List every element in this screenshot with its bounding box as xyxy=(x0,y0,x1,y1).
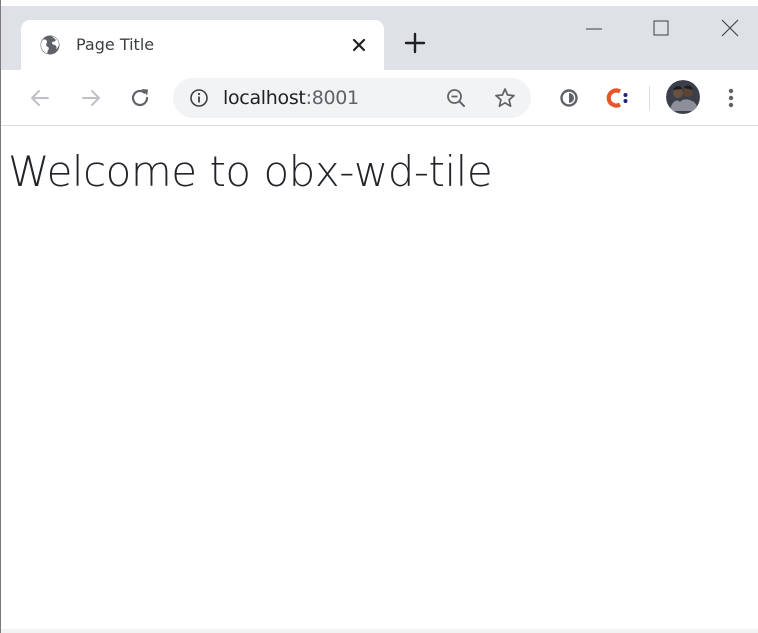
url-host: localhost xyxy=(223,87,306,109)
minimize-icon xyxy=(586,28,602,30)
window-bottom-edge xyxy=(1,629,758,633)
reload-icon xyxy=(131,89,149,107)
toolbar-divider xyxy=(649,86,650,110)
avatar[interactable] xyxy=(666,80,700,114)
new-tab-button[interactable] xyxy=(401,29,429,57)
arrow-left-icon xyxy=(31,90,49,106)
tab-close-icon[interactable] xyxy=(347,33,371,57)
plus-icon xyxy=(404,32,426,54)
reload-button[interactable] xyxy=(126,84,154,112)
star-icon[interactable] xyxy=(493,86,517,110)
close-window-button[interactable] xyxy=(715,16,745,42)
address-url[interactable]: localhost:8001 xyxy=(223,87,359,109)
globe-icon xyxy=(39,34,61,56)
url-port: :8001 xyxy=(305,87,360,109)
tab-strip: Page Title xyxy=(1,0,758,70)
zoom-out-icon[interactable] xyxy=(445,87,467,109)
address-bar[interactable]: localhost:8001 xyxy=(173,78,531,118)
close-icon xyxy=(721,19,739,37)
window-top-edge xyxy=(1,0,758,6)
tab-active[interactable]: Page Title xyxy=(21,20,384,70)
c-extension-icon[interactable] xyxy=(605,84,631,112)
arrow-right-icon xyxy=(82,90,100,106)
page-content: Welcome to obx-wd-tile xyxy=(1,127,758,633)
browser-window: Page Title localhost:8001 Welcome to obx… xyxy=(0,0,758,633)
maximize-button[interactable] xyxy=(646,16,676,42)
forward-button[interactable] xyxy=(77,84,105,112)
maximize-icon xyxy=(653,20,669,36)
minimize-button[interactable] xyxy=(579,16,609,42)
info-icon[interactable] xyxy=(189,88,209,108)
page-heading: Welcome to obx-wd-tile xyxy=(8,147,493,196)
circle-extension-icon[interactable] xyxy=(556,84,582,112)
browser-toolbar: localhost:8001 xyxy=(1,70,758,126)
back-button[interactable] xyxy=(26,84,54,112)
tab-title: Page Title xyxy=(76,35,155,54)
kebab-menu-icon[interactable] xyxy=(721,84,741,112)
